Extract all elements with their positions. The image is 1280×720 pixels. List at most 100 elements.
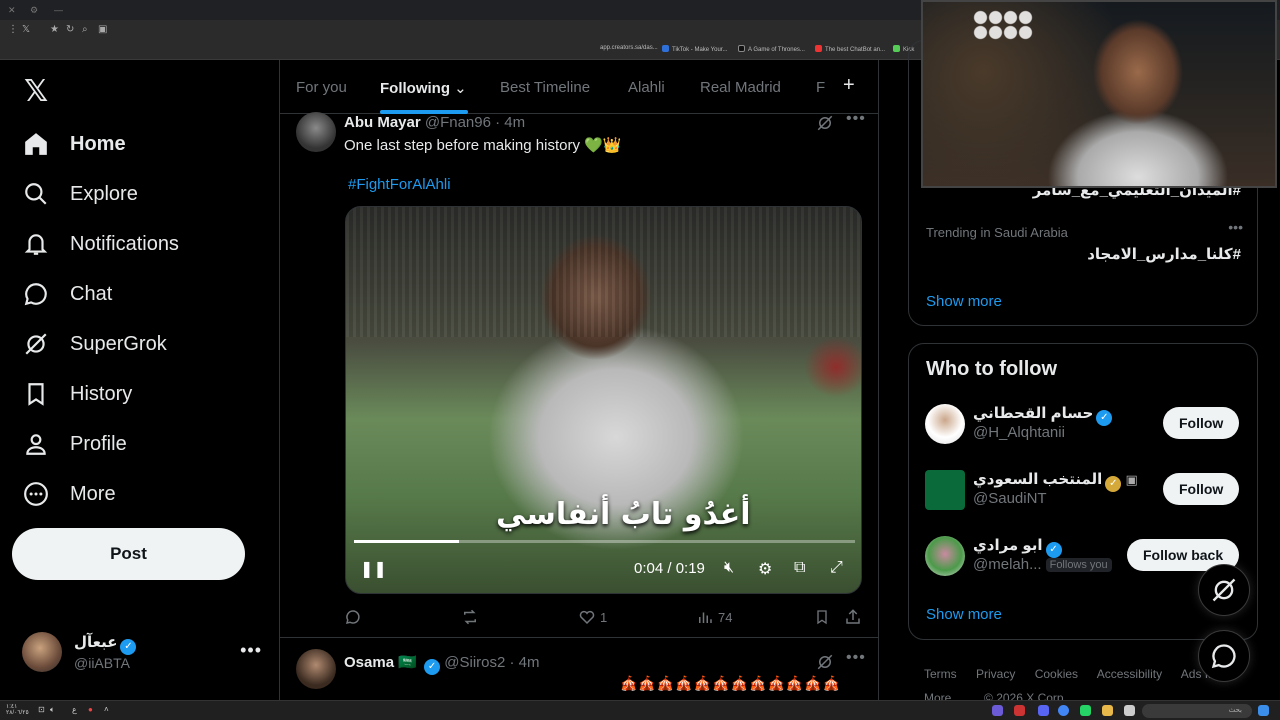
tweet[interactable]: Abu Mayar @Fnan96 · 4m ••• One last step… bbox=[280, 110, 878, 638]
video-progress-bar[interactable] bbox=[354, 540, 855, 543]
footer-link-terms[interactable]: Terms bbox=[924, 667, 957, 681]
tweet-author-handle[interactable]: @Siiros2 bbox=[444, 654, 505, 671]
footer-link-privacy[interactable]: Privacy bbox=[976, 667, 1015, 681]
nav-profile[interactable]: Profile bbox=[22, 424, 127, 464]
account-display-name-row: عبعآل ✓ bbox=[74, 633, 137, 655]
nav-history[interactable]: History bbox=[22, 374, 132, 414]
tweet[interactable]: Osama 🇸🇦 ✓ @Siiros2 · 4m ••• 🎪🎪🎪🎪🎪🎪🎪🎪🎪🎪🎪… bbox=[280, 639, 878, 700]
taskbar-search[interactable]: بحث bbox=[1142, 704, 1252, 718]
like-button[interactable]: 1 bbox=[578, 608, 607, 626]
close-window-icon[interactable]: ✕ bbox=[8, 5, 16, 16]
avatar[interactable] bbox=[925, 404, 965, 444]
share-button[interactable] bbox=[844, 608, 862, 626]
chrome-icon[interactable] bbox=[1058, 705, 1069, 716]
discord-icon[interactable] bbox=[1038, 705, 1049, 716]
nav-chat[interactable]: Chat bbox=[22, 274, 112, 314]
input-language[interactable]: ع bbox=[72, 705, 77, 714]
bookmark-item[interactable]: app.creators.sa/das... bbox=[600, 45, 658, 51]
tweet-more-icon[interactable]: ••• bbox=[846, 649, 866, 667]
suggested-account[interactable]: ابو مرادي ✓ @melah... Follows you Follow b… bbox=[925, 534, 1243, 578]
app-icon[interactable] bbox=[1124, 705, 1135, 716]
tab-for-you[interactable]: For you bbox=[296, 79, 347, 96]
grok-explain-icon[interactable] bbox=[816, 653, 834, 676]
tab-following[interactable]: Following ⌄ bbox=[380, 79, 467, 97]
network-icon[interactable]: ⊡ bbox=[38, 705, 45, 714]
footer-link-accessibility[interactable]: Accessibility bbox=[1097, 667, 1162, 681]
follow-button[interactable]: Follow bbox=[1163, 473, 1240, 505]
video-time: 0:04 / 0:19 bbox=[634, 560, 705, 577]
mic-icon[interactable]: ● bbox=[88, 705, 93, 714]
app-icon[interactable] bbox=[1014, 705, 1025, 716]
repost-button[interactable] bbox=[460, 608, 480, 626]
footer-link-cookies[interactable]: Cookies bbox=[1035, 667, 1078, 681]
grok-floating-button[interactable] bbox=[1198, 564, 1250, 616]
settings-dot-icon[interactable]: ⚙ bbox=[30, 5, 38, 16]
account-more-icon[interactable]: ••• bbox=[240, 640, 262, 661]
minimize-icon[interactable]: — bbox=[54, 5, 63, 15]
bookmark-button[interactable] bbox=[814, 608, 830, 626]
nav-explore[interactable]: Explore bbox=[22, 174, 138, 214]
x-logo-icon[interactable]: 𝕏 bbox=[24, 74, 48, 109]
zoom-icon[interactable]: ⌕ bbox=[82, 24, 88, 35]
tweet-timestamp[interactable]: · 4m bbox=[495, 114, 525, 131]
avatar[interactable] bbox=[296, 112, 336, 152]
trend-title[interactable]: #كلنا_مدارس_الامجاد bbox=[1087, 245, 1241, 263]
tab-alahli[interactable]: Alahli bbox=[628, 79, 665, 96]
trend-more-icon[interactable]: ••• bbox=[1228, 219, 1243, 235]
views-button[interactable]: 74 bbox=[696, 608, 732, 626]
app-icon[interactable] bbox=[992, 705, 1003, 716]
mute-icon[interactable]: 🔇︎ bbox=[724, 559, 734, 577]
suggested-account-name[interactable]: المنتخب السعودي bbox=[973, 471, 1102, 488]
account-switcher[interactable]: عبعآل ✓ @iiABTA ••• bbox=[22, 630, 262, 674]
tab-real-madrid[interactable]: Real Madrid bbox=[700, 79, 781, 96]
bookmark-item[interactable]: A Game of Thrones... bbox=[738, 45, 805, 53]
tweet-author-name[interactable]: Abu Mayar bbox=[344, 114, 421, 131]
post-button[interactable]: Post bbox=[12, 528, 245, 580]
settings-gear-icon[interactable]: ⚙ bbox=[758, 559, 772, 579]
add-tab-icon[interactable]: + bbox=[843, 74, 855, 97]
tab-best-timeline[interactable]: Best Timeline bbox=[500, 79, 590, 96]
pause-icon[interactable]: ❚❚ bbox=[360, 559, 387, 579]
messages-floating-button[interactable] bbox=[1198, 630, 1250, 682]
windows-start-icon[interactable] bbox=[1258, 705, 1269, 716]
volume-icon[interactable]: 🔈︎ bbox=[50, 705, 55, 715]
tweet-author-name[interactable]: Osama bbox=[344, 654, 394, 671]
nav-more[interactable]: More bbox=[22, 474, 116, 514]
nav-home[interactable]: Home bbox=[22, 124, 126, 164]
taskbar-clock[interactable]: ١:٤١ ٢٨/٠٦/٢٥ bbox=[6, 704, 29, 716]
tweet-more-icon[interactable]: ••• bbox=[846, 110, 866, 128]
chevron-up-icon[interactable]: ˄ bbox=[104, 705, 109, 714]
bookmark-item[interactable]: The best ChatBot an... bbox=[815, 45, 885, 53]
hashtag-link[interactable]: #FightForAlAhli bbox=[348, 176, 451, 193]
extensions-icon[interactable]: ▣ bbox=[98, 24, 107, 35]
whatsapp-icon[interactable] bbox=[1080, 705, 1091, 716]
suggested-account-name[interactable]: حسام القحطاني bbox=[973, 405, 1093, 422]
who-to-follow-show-more-link[interactable]: Show more bbox=[926, 606, 1002, 623]
fullscreen-icon[interactable]: ⤢ bbox=[830, 559, 843, 577]
nav-notifications[interactable]: Notifications bbox=[22, 224, 179, 264]
folder-icon[interactable] bbox=[1102, 705, 1113, 716]
avatar[interactable] bbox=[296, 649, 336, 689]
bookmark-icon bbox=[22, 380, 50, 408]
reply-button[interactable] bbox=[344, 608, 362, 626]
picture-in-picture-icon[interactable]: ⧉ bbox=[794, 559, 805, 577]
trends-show-more-link[interactable]: Show more bbox=[926, 293, 1002, 310]
avatar[interactable] bbox=[925, 536, 965, 576]
bell-icon bbox=[22, 230, 50, 258]
reload-icon[interactable]: ↻ bbox=[66, 24, 74, 35]
menu-icon[interactable]: ⋮ bbox=[8, 24, 18, 35]
tweet-timestamp[interactable]: · 4m bbox=[510, 654, 540, 671]
suggested-account[interactable]: المنتخب السعودي ✓ ▣ @SaudiNT Follow bbox=[925, 468, 1243, 512]
suggested-account[interactable]: حسام القحطاني ✓ @H_Alqhtanii Follow bbox=[925, 402, 1243, 446]
avatar[interactable] bbox=[925, 470, 965, 510]
star-icon[interactable]: ★ bbox=[50, 24, 59, 35]
tweet-author-handle[interactable]: @Fnan96 bbox=[425, 114, 491, 131]
avatar bbox=[22, 632, 62, 672]
tab-truncated[interactable]: F bbox=[816, 79, 825, 96]
nav-supergrok[interactable]: SuperGrok bbox=[22, 324, 167, 364]
bookmark-item[interactable]: TikTok - Make Your... bbox=[662, 45, 727, 53]
suggested-account-name[interactable]: ابو مرادي bbox=[973, 537, 1043, 554]
follow-button[interactable]: Follow bbox=[1163, 407, 1240, 439]
grok-explain-icon[interactable] bbox=[816, 114, 834, 137]
tweet-video[interactable]: أغدُو تابُ أنفاسي ❚❚ 0:04 / 0:19 🔇︎ ⚙ ⧉ … bbox=[345, 206, 862, 594]
